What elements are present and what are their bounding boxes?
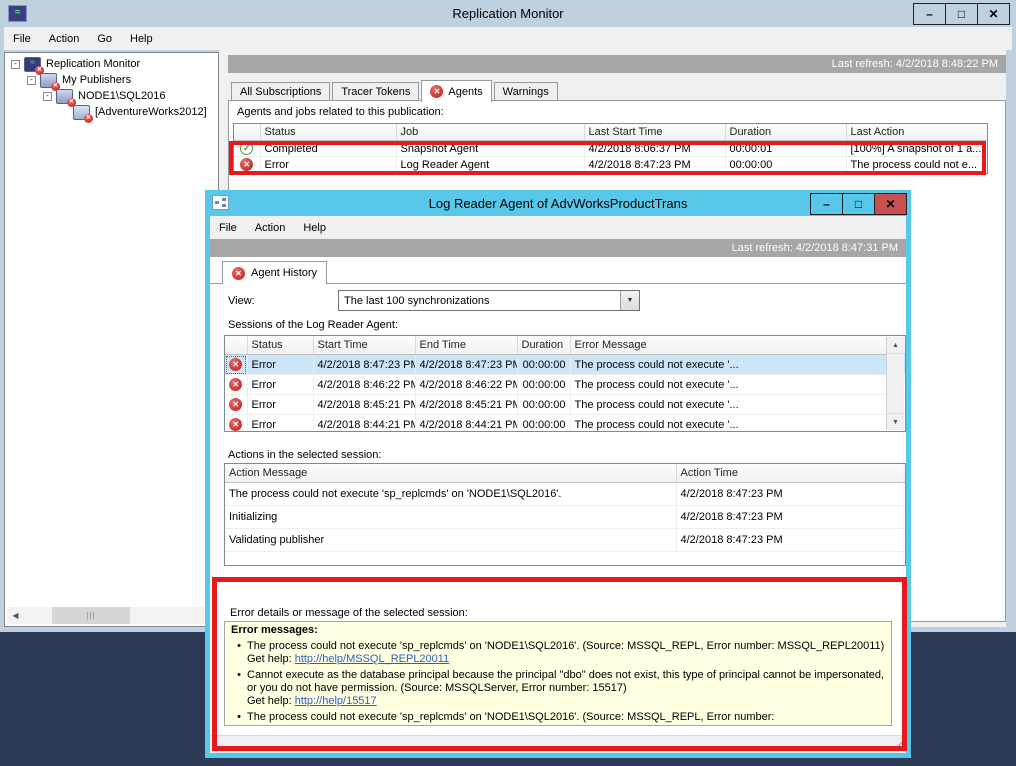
publishers-error-icon: ✕ — [40, 73, 57, 88]
chevron-down-icon[interactable]: ▼ — [620, 291, 639, 310]
tab-agent-history[interactable]: Agent History — [222, 261, 327, 284]
dialog-title: Log Reader Agent of AdvWorksProductTrans — [205, 196, 911, 211]
dialog-close-button[interactable]: ✕ — [874, 193, 907, 215]
tree-label: My Publishers — [62, 74, 131, 86]
dialog-menu-help[interactable]: Help — [294, 222, 335, 234]
replication-monitor-error-icon: ✕ — [24, 57, 41, 72]
scrollbar-thumb[interactable]: ||| — [52, 607, 130, 624]
scrollbar-track[interactable]: ||| — [24, 607, 216, 624]
error-status-icon — [229, 378, 242, 391]
column-header-duration[interactable]: Duration — [517, 336, 570, 355]
main-last-refresh-text: Last refresh: 4/2/2018 8:48:22 PM — [832, 58, 998, 70]
annotation-highlight-error-details — [212, 577, 907, 751]
dialog-app-icon — [212, 195, 229, 210]
main-titlebar[interactable]: ≈ Replication Monitor – □ ✕ — [0, 0, 1016, 27]
annotation-highlight-error-row — [229, 141, 986, 175]
view-label: View: — [228, 295, 255, 307]
tab-warnings[interactable]: Warnings — [494, 82, 558, 101]
error-status-icon — [229, 358, 242, 371]
menu-action[interactable]: Action — [40, 33, 89, 45]
agents-section-label: Agents and jobs related to this publicat… — [237, 106, 444, 118]
maximize-button[interactable]: □ — [945, 3, 978, 25]
actions-table: Action Message Action Time The process c… — [224, 463, 906, 566]
column-header-last-start-time[interactable]: Last Start Time — [584, 124, 725, 141]
table-header-row: Action Message Action Time — [225, 464, 906, 483]
tree-item-adventureworks2012[interactable]: ✕ [AdventureWorks2012] — [5, 104, 218, 120]
dialog-titlebar[interactable]: Log Reader Agent of AdvWorksProductTrans… — [205, 190, 911, 216]
dialog-last-refresh-text: Last refresh: 4/2/2018 8:47:31 PM — [732, 242, 898, 254]
column-header-job[interactable]: Job — [396, 124, 584, 141]
session-row[interactable]: Error 4/2/2018 8:44:21 PM 4/2/2018 8:44:… — [225, 415, 906, 433]
tab-tracer-tokens[interactable]: Tracer Tokens — [332, 82, 419, 101]
tree-label: Replication Monitor — [46, 58, 140, 70]
scroll-left-icon[interactable]: ◀ — [7, 607, 24, 624]
column-header-action-message[interactable]: Action Message — [225, 464, 676, 483]
action-row[interactable]: Validating publisher 4/2/2018 8:47:23 PM — [225, 529, 906, 552]
main-window-controls: – □ ✕ — [914, 3, 1010, 25]
collapse-icon[interactable]: - — [43, 92, 52, 101]
error-status-icon — [232, 267, 245, 280]
actions-label: Actions in the selected session: — [228, 449, 381, 461]
main-last-refresh-bar: Last refresh: 4/2/2018 8:48:22 PM — [228, 55, 1006, 73]
column-header-duration[interactable]: Duration — [725, 124, 846, 141]
action-row[interactable]: The process could not execute 'sp_replcm… — [225, 483, 906, 506]
view-dropdown-value: The last 100 synchronizations — [339, 291, 620, 310]
tree-item-node1-sql2016[interactable]: - ✕ NODE1\SQL2016 — [5, 88, 218, 104]
column-header-action-time[interactable]: Action Time — [676, 464, 906, 483]
publication-error-icon: ✕ — [73, 105, 90, 120]
tree-item-replication-monitor[interactable]: - ✕ Replication Monitor — [5, 56, 218, 72]
dialog-minimize-button[interactable]: – — [810, 193, 843, 215]
error-status-icon — [430, 85, 443, 98]
action-row[interactable]: Initializing 4/2/2018 8:47:23 PM — [225, 506, 906, 529]
tree-label: [AdventureWorks2012] — [95, 106, 207, 118]
table-header-row: Status Start Time End Time Duration Erro… — [225, 336, 906, 355]
dialog-maximize-button[interactable]: □ — [842, 193, 875, 215]
tree-label: NODE1\SQL2016 — [78, 90, 165, 102]
tab-agents[interactable]: Agents — [421, 80, 491, 102]
main-window-title: Replication Monitor — [0, 6, 1016, 21]
column-header-last-action[interactable]: Last Action — [846, 124, 988, 141]
sessions-table: Status Start Time End Time Duration Erro… — [224, 335, 906, 432]
column-header-icon[interactable] — [234, 124, 260, 141]
main-tab-strip: All Subscriptions Tracer Tokens Agents W… — [231, 79, 560, 101]
minimize-button[interactable]: – — [913, 3, 946, 25]
tab-all-subscriptions[interactable]: All Subscriptions — [231, 82, 330, 101]
column-header-icon[interactable] — [225, 336, 247, 355]
session-row[interactable]: Error 4/2/2018 8:46:22 PM 4/2/2018 8:46:… — [225, 375, 906, 395]
dialog-window-controls: – □ ✕ — [811, 193, 907, 215]
publisher-tree-panel: - ✕ Replication Monitor - ✕ My Publisher… — [4, 52, 219, 627]
replication-monitor-app-icon: ≈ — [8, 5, 27, 22]
menu-help[interactable]: Help — [121, 33, 162, 45]
collapse-icon[interactable]: - — [11, 60, 20, 69]
session-row[interactable]: Error 4/2/2018 8:47:23 PM 4/2/2018 8:47:… — [225, 355, 906, 375]
column-header-end-time[interactable]: End Time — [415, 336, 517, 355]
scroll-up-icon[interactable]: ▲ — [887, 337, 904, 354]
close-button[interactable]: ✕ — [977, 3, 1010, 25]
view-dropdown[interactable]: The last 100 synchronizations ▼ — [338, 290, 640, 311]
collapse-icon[interactable]: - — [27, 76, 36, 85]
error-status-icon — [229, 418, 242, 431]
table-header-row: Status Job Last Start Time Duration Last… — [234, 124, 988, 141]
sessions-label: Sessions of the Log Reader Agent: — [228, 319, 398, 331]
sessions-vertical-scrollbar[interactable]: ▲ ▼ — [886, 337, 904, 430]
error-status-icon — [229, 398, 242, 411]
menu-file[interactable]: File — [4, 33, 40, 45]
column-header-error-message[interactable]: Error Message — [570, 336, 906, 355]
dialog-menu-action[interactable]: Action — [246, 222, 295, 234]
dialog-menu-file[interactable]: File — [210, 222, 246, 234]
scroll-down-icon[interactable]: ▼ — [887, 413, 904, 430]
column-header-start-time[interactable]: Start Time — [313, 336, 415, 355]
column-header-status[interactable]: Status — [260, 124, 396, 141]
column-header-status[interactable]: Status — [247, 336, 313, 355]
dialog-last-refresh-bar: Last refresh: 4/2/2018 8:47:31 PM — [210, 239, 906, 257]
dialog-menubar: File Action Help — [210, 216, 906, 239]
session-row[interactable]: Error 4/2/2018 8:45:21 PM 4/2/2018 8:45:… — [225, 395, 906, 415]
main-menubar: File Action Go Help — [4, 27, 1012, 50]
menu-go[interactable]: Go — [88, 33, 121, 45]
server-error-icon: ✕ — [56, 89, 73, 104]
tree-horizontal-scrollbar[interactable]: ◀ ||| — [7, 607, 216, 624]
